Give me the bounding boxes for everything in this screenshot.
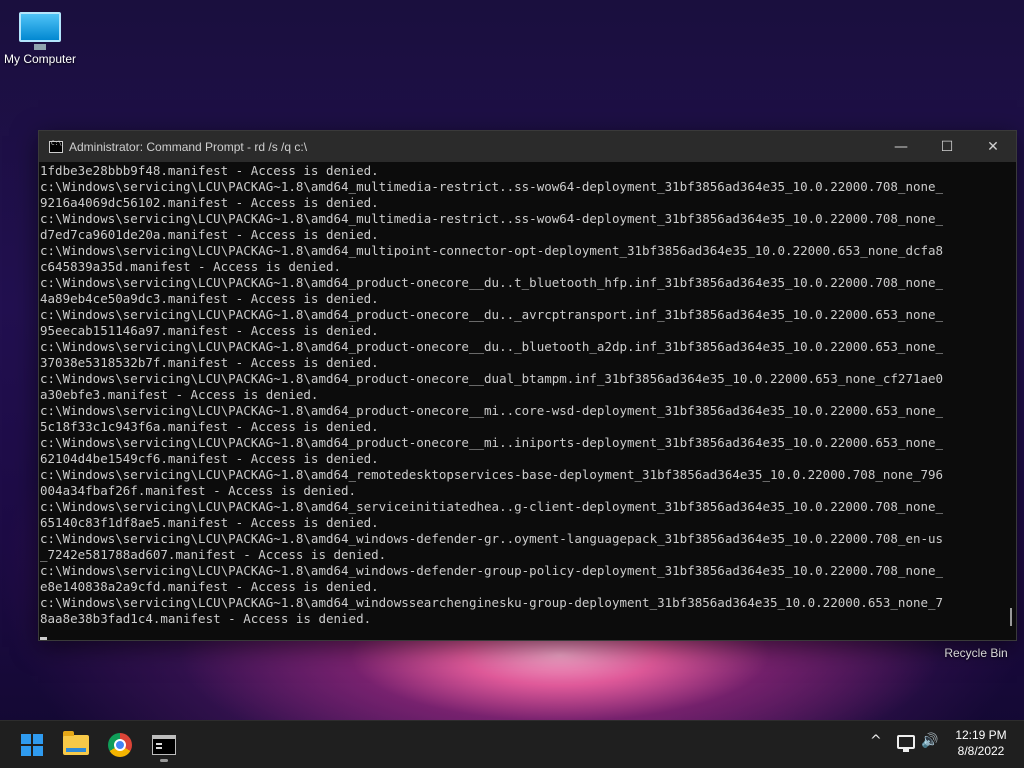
console-line: d7ed7ca9601de20a.manifest - Access is de…	[40, 227, 379, 242]
console-line: c:\Windows\servicing\LCU\PACKAG~1.8\amd6…	[40, 243, 944, 258]
console-line: c:\Windows\servicing\LCU\PACKAG~1.8\amd6…	[40, 499, 944, 514]
desktop-icon-my-computer[interactable]: My Computer	[0, 8, 80, 66]
console-line: c:\Windows\servicing\LCU\PACKAG~1.8\amd6…	[40, 595, 944, 610]
console-line: 004a34fbaf26f.manifest - Access is denie…	[40, 483, 357, 498]
console-line: c:\Windows\servicing\LCU\PACKAG~1.8\amd6…	[40, 371, 944, 386]
console-line: c:\Windows\servicing\LCU\PACKAG~1.8\amd6…	[40, 435, 944, 450]
monitor-icon	[19, 12, 61, 50]
console-line: c:\Windows\servicing\LCU\PACKAG~1.8\amd6…	[40, 307, 944, 322]
console-line: c:\Windows\servicing\LCU\PACKAG~1.8\amd6…	[40, 563, 944, 578]
maximize-button[interactable]: ☐	[924, 131, 970, 162]
command-prompt-taskbar-button[interactable]	[144, 729, 184, 761]
scrollbar-thumb[interactable]	[1010, 608, 1012, 626]
console-line: 4a89eb4ce50a9dc3.manifest - Access is de…	[40, 291, 379, 306]
close-button[interactable]: ✕	[970, 131, 1016, 162]
folder-icon	[63, 731, 89, 755]
console-line: 1fdbe3e28bbb9f48.manifest - Access is de…	[40, 163, 379, 178]
chrome-icon	[108, 733, 132, 757]
console-line: 8aa8e38b3fad1c4.manifest - Access is den…	[40, 611, 372, 626]
console-line: 5c18f33c1c943f6a.manifest - Access is de…	[40, 419, 379, 434]
desktop-icon-label: My Computer	[3, 52, 77, 66]
minimize-button[interactable]: —	[878, 131, 924, 162]
console-line: c:\Windows\servicing\LCU\PACKAG~1.8\amd6…	[40, 275, 944, 290]
console-line: 65140c83f1df8ae5.manifest - Access is de…	[40, 515, 379, 530]
start-button[interactable]	[12, 729, 52, 761]
console-line: 9216a4069dc56102.manifest - Access is de…	[40, 195, 379, 210]
console-line: c:\Windows\servicing\LCU\PACKAG~1.8\amd6…	[40, 467, 944, 482]
command-prompt-window: Administrator: Command Prompt - rd /s /q…	[38, 130, 1017, 641]
console-line: _7242e581788ad607.manifest - Access is d…	[40, 547, 387, 562]
clock-time: 12:19 PM	[955, 728, 1007, 742]
console-line: c:\Windows\servicing\LCU\PACKAG~1.8\amd6…	[40, 339, 944, 354]
chrome-button[interactable]	[100, 729, 140, 761]
console-line: c645839a35d.manifest - Access is denied.	[40, 259, 342, 274]
taskbar-clock[interactable]: 12:19 PM 8/8/2022	[944, 727, 1018, 759]
console-output[interactable]: 1fdbe3e28bbb9f48.manifest - Access is de…	[39, 162, 1007, 640]
terminal-icon	[152, 735, 176, 755]
console-line: e8e140838a2a9cfd.manifest - Access is de…	[40, 579, 379, 594]
chevron-up-icon[interactable]: ^	[870, 733, 882, 749]
clock-date: 8/8/2022	[957, 744, 1005, 758]
file-explorer-button[interactable]	[56, 729, 96, 761]
window-title: Administrator: Command Prompt - rd /s /q…	[69, 139, 308, 154]
console-cursor	[40, 637, 47, 640]
console-line: c:\Windows\servicing\LCU\PACKAG~1.8\amd6…	[40, 179, 944, 194]
console-line: c:\Windows\servicing\LCU\PACKAG~1.8\amd6…	[40, 211, 944, 226]
console-line: 37038e5318532b7f.manifest - Access is de…	[40, 355, 379, 370]
active-app-indicator	[160, 759, 168, 762]
windows-logo-icon	[21, 734, 43, 756]
console-line: 62104d4be1549cf6.manifest - Access is de…	[40, 451, 379, 466]
network-icon[interactable]	[897, 735, 915, 752]
window-titlebar[interactable]: Administrator: Command Prompt - rd /s /q…	[39, 131, 1016, 162]
console-line: a30ebfe3.manifest - Access is denied.	[40, 387, 319, 402]
desktop-icon-recycle-bin[interactable]: Recycle Bin	[932, 646, 1020, 660]
volume-icon[interactable]: 🔊	[921, 733, 938, 749]
console-line: 95eecab151146a97.manifest - Access is de…	[40, 323, 379, 338]
console-line: c:\Windows\servicing\LCU\PACKAG~1.8\amd6…	[40, 403, 944, 418]
command-prompt-icon	[49, 140, 63, 153]
console-line: c:\Windows\servicing\LCU\PACKAG~1.8\amd6…	[40, 531, 944, 546]
console-scrollbar[interactable]	[1006, 162, 1016, 640]
